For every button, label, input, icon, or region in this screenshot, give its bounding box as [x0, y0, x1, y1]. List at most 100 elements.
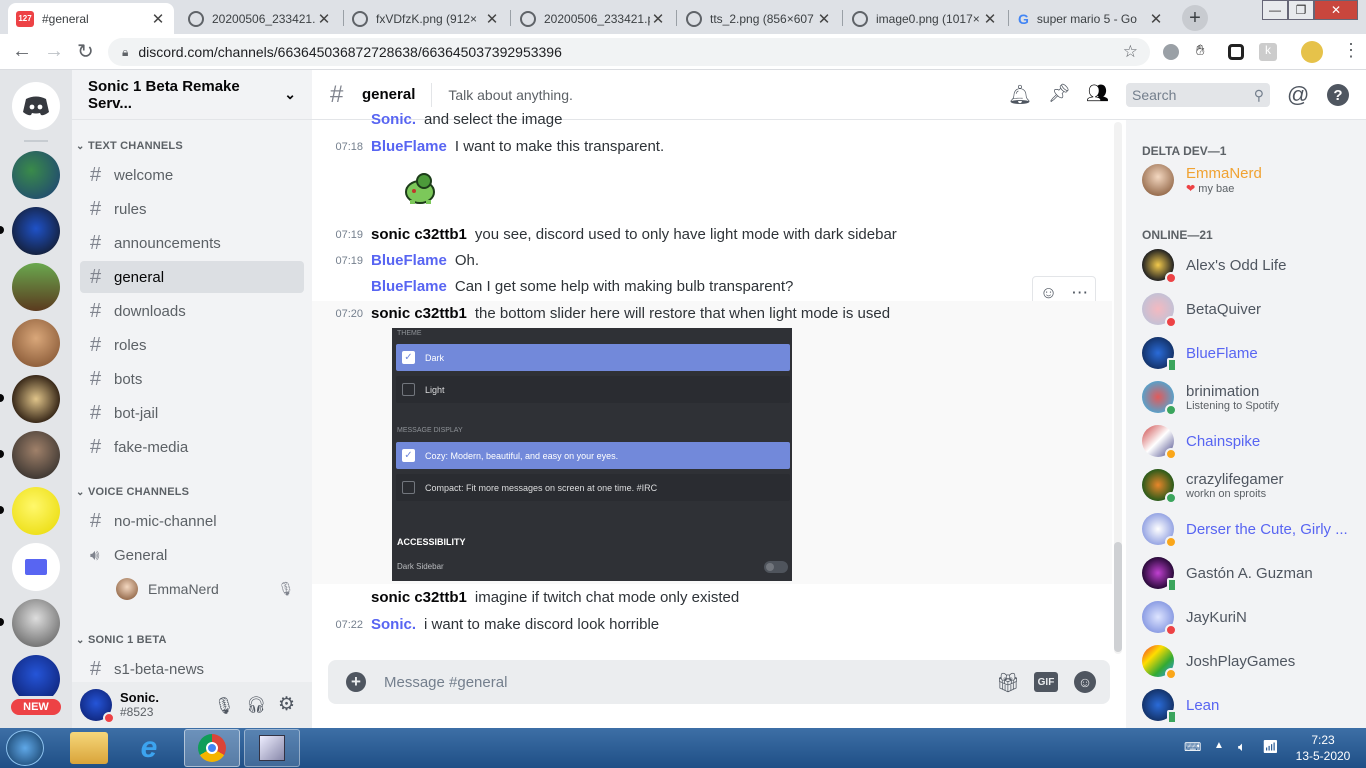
windows-start-icon[interactable]	[6, 730, 44, 766]
show-hidden-icons[interactable]: ▲	[1214, 740, 1224, 751]
gif-button[interactable]: GIF	[1034, 672, 1058, 692]
server-folder[interactable]	[12, 543, 60, 591]
server-icon-face[interactable]	[12, 319, 60, 367]
channel-announcements[interactable]: # announcements	[80, 227, 304, 259]
search-input[interactable]: Search ⚲	[1126, 83, 1270, 107]
message-author[interactable]: BlueFlame	[371, 137, 447, 157]
close-tab-icon[interactable]: ✕	[150, 10, 166, 28]
browser-tab[interactable]: fxVDfzK.png (912× ✕	[344, 3, 508, 34]
add-reaction-icon[interactable]: ☺︎	[1040, 283, 1057, 303]
channel-s1-beta-news[interactable]: # s1-beta-news	[80, 653, 304, 685]
menu-dots-icon[interactable]: ⋮	[1342, 40, 1360, 61]
member-chainspike[interactable]: Chainspike	[1142, 420, 1362, 462]
browser-tab[interactable]: image0.png (1017× ✕	[844, 3, 1006, 34]
clock-time[interactable]: 7:23	[1290, 732, 1356, 748]
member-derser[interactable]: Derser the Cute, Girly ...	[1142, 508, 1362, 550]
back-icon[interactable]: ←	[12, 40, 32, 63]
keyboard-icon[interactable]: ⌨︎	[1184, 740, 1201, 754]
profile-avatar[interactable]	[1301, 41, 1323, 63]
message-author[interactable]: BlueFlame	[371, 251, 447, 271]
browser-tab-active[interactable]: 127 #general ✕	[8, 3, 174, 34]
mute-mic-icon[interactable]: 🎙︎	[214, 696, 234, 716]
server-icon-seal[interactable]	[12, 375, 60, 423]
member-emmanerd[interactable]: EmmaNerd ❤ my bae	[1142, 159, 1362, 201]
channel-no-mic-channel[interactable]: # no-mic-channel	[80, 505, 304, 537]
volume-icon[interactable]: 🔈︎	[1238, 739, 1246, 755]
emoji-icon[interactable]: ☺	[1074, 671, 1096, 693]
browser-tab[interactable]: G super mario 5 - Go ✕	[1010, 3, 1172, 34]
channel-rules[interactable]: # rules	[80, 193, 304, 225]
server-header[interactable]: Sonic 1 Beta Remake Serv... ⌄	[72, 70, 312, 120]
address-bar[interactable]: 🔒︎ discord.com/channels/6636450368727286…	[108, 38, 1150, 66]
member-betaquiver[interactable]: BetaQuiver	[1142, 288, 1362, 330]
clock-date[interactable]: 13-5-2020	[1290, 748, 1356, 764]
member-jaykurin[interactable]: JayKuriN	[1142, 596, 1362, 638]
forward-icon[interactable]: →	[44, 40, 64, 63]
server-icon-bugs[interactable]	[12, 599, 60, 647]
help-icon[interactable]: ?	[1327, 84, 1349, 106]
channel-general[interactable]: # general	[80, 261, 304, 293]
add-attachment-icon[interactable]: +	[346, 672, 366, 692]
member-lean[interactable]: Lean	[1142, 684, 1362, 726]
server-icon-minecraft[interactable]	[12, 263, 60, 311]
message-author[interactable]: Sonic.	[371, 110, 416, 130]
more-options-icon[interactable]: ⋯	[1071, 283, 1088, 303]
category-sonic1-beta[interactable]: ⌄ SONIC 1 BETA	[76, 634, 167, 646]
mention-icon[interactable]: @	[1287, 82, 1309, 108]
message-author[interactable]: Sonic.	[371, 615, 416, 635]
network-icon[interactable]: 📶︎	[1262, 739, 1279, 755]
channel-downloads[interactable]: # downloads	[80, 295, 304, 327]
paint-icon[interactable]	[244, 729, 300, 767]
user-avatar[interactable]	[80, 689, 115, 724]
close-tab-icon[interactable]: ✕	[316, 10, 332, 28]
bookmark-star-icon[interactable]: ☆	[1123, 42, 1138, 62]
server-icon-sonic1[interactable]	[12, 151, 60, 199]
internet-explorer-icon[interactable]: e	[130, 732, 168, 764]
attached-image-settings[interactable]: THEME ✓ Dark Light MESSAGE DISPLAY ✓ Cozy:…	[392, 328, 792, 581]
chrome-icon[interactable]	[184, 729, 240, 767]
close-tab-icon[interactable]: ✕	[982, 10, 998, 28]
browser-tab[interactable]: 20200506_233421.p ✕	[180, 3, 340, 34]
member-brinimation[interactable]: brinimation Listening to Spotify	[1142, 376, 1362, 418]
member-blueflame[interactable]: BlueFlame	[1142, 332, 1362, 374]
reload-icon[interactable]: ↻	[77, 39, 94, 64]
message-author[interactable]: sonic c32ttb1	[371, 225, 467, 245]
close-tab-icon[interactable]: ✕	[484, 10, 500, 28]
browser-tab[interactable]: tts_2.png (856×607 ✕	[678, 3, 840, 34]
channel-roles[interactable]: # roles	[80, 329, 304, 361]
message-composer[interactable]: + Message #general 🎁︎ GIF ☺	[328, 660, 1110, 704]
member-gaston[interactable]: Gastón A. Guzman	[1142, 552, 1362, 594]
voice-channel-general[interactable]: 🔊︎ General	[80, 539, 304, 571]
bell-icon[interactable]: 🔔︎	[1008, 83, 1032, 107]
message-author[interactable]: sonic c32ttb1	[371, 588, 467, 608]
file-explorer-icon[interactable]	[70, 732, 108, 764]
close-tab-icon[interactable]: ✕	[650, 10, 666, 28]
maximize-button[interactable]: ❐	[1288, 0, 1314, 20]
channel-welcome[interactable]: # welcome	[80, 159, 304, 191]
member-alexs-odd-life[interactable]: Alex's Odd Life	[1142, 244, 1362, 286]
category-voice-channels[interactable]: ⌄ VOICE CHANNELS	[76, 486, 189, 498]
close-tab-icon[interactable]: ✕	[1148, 10, 1164, 28]
message-author[interactable]: BlueFlame	[371, 277, 447, 297]
server-icon-yellow[interactable]	[12, 487, 60, 535]
gear-icon[interactable]: ⚙︎	[278, 693, 295, 716]
pin-icon[interactable]: 📌︎	[1048, 83, 1071, 104]
minimize-button[interactable]: —	[1262, 0, 1288, 20]
member-crazylifegamer[interactable]: crazylifegamer workn on sproits	[1142, 464, 1362, 506]
attached-image-bulb[interactable]	[402, 172, 438, 206]
members-icon[interactable]: 👥︎	[1086, 83, 1109, 104]
voice-user-emmanerd[interactable]: EmmaNerd 🎙︎	[80, 573, 304, 605]
browser-tab[interactable]: 20200506_233421.p ✕	[512, 3, 674, 34]
channel-bot-jail[interactable]: # bot-jail	[80, 397, 304, 429]
extension-discord-icon[interactable]	[1163, 44, 1179, 60]
close-window-button[interactable]: ✕	[1314, 0, 1358, 20]
message-input[interactable]: Message #general	[384, 674, 507, 691]
server-icon-portrait[interactable]	[12, 431, 60, 479]
extension-k-icon[interactable]: k	[1259, 43, 1277, 61]
extension-hand-icon[interactable]: ✋︎	[1196, 42, 1205, 59]
close-tab-icon[interactable]: ✕	[816, 10, 832, 28]
extension-refresh-icon[interactable]	[1228, 44, 1244, 60]
chat-scrollbar[interactable]	[1114, 122, 1122, 654]
new-tab-button[interactable]: +	[1182, 5, 1208, 31]
headphones-icon[interactable]: 🎧︎	[246, 695, 266, 715]
